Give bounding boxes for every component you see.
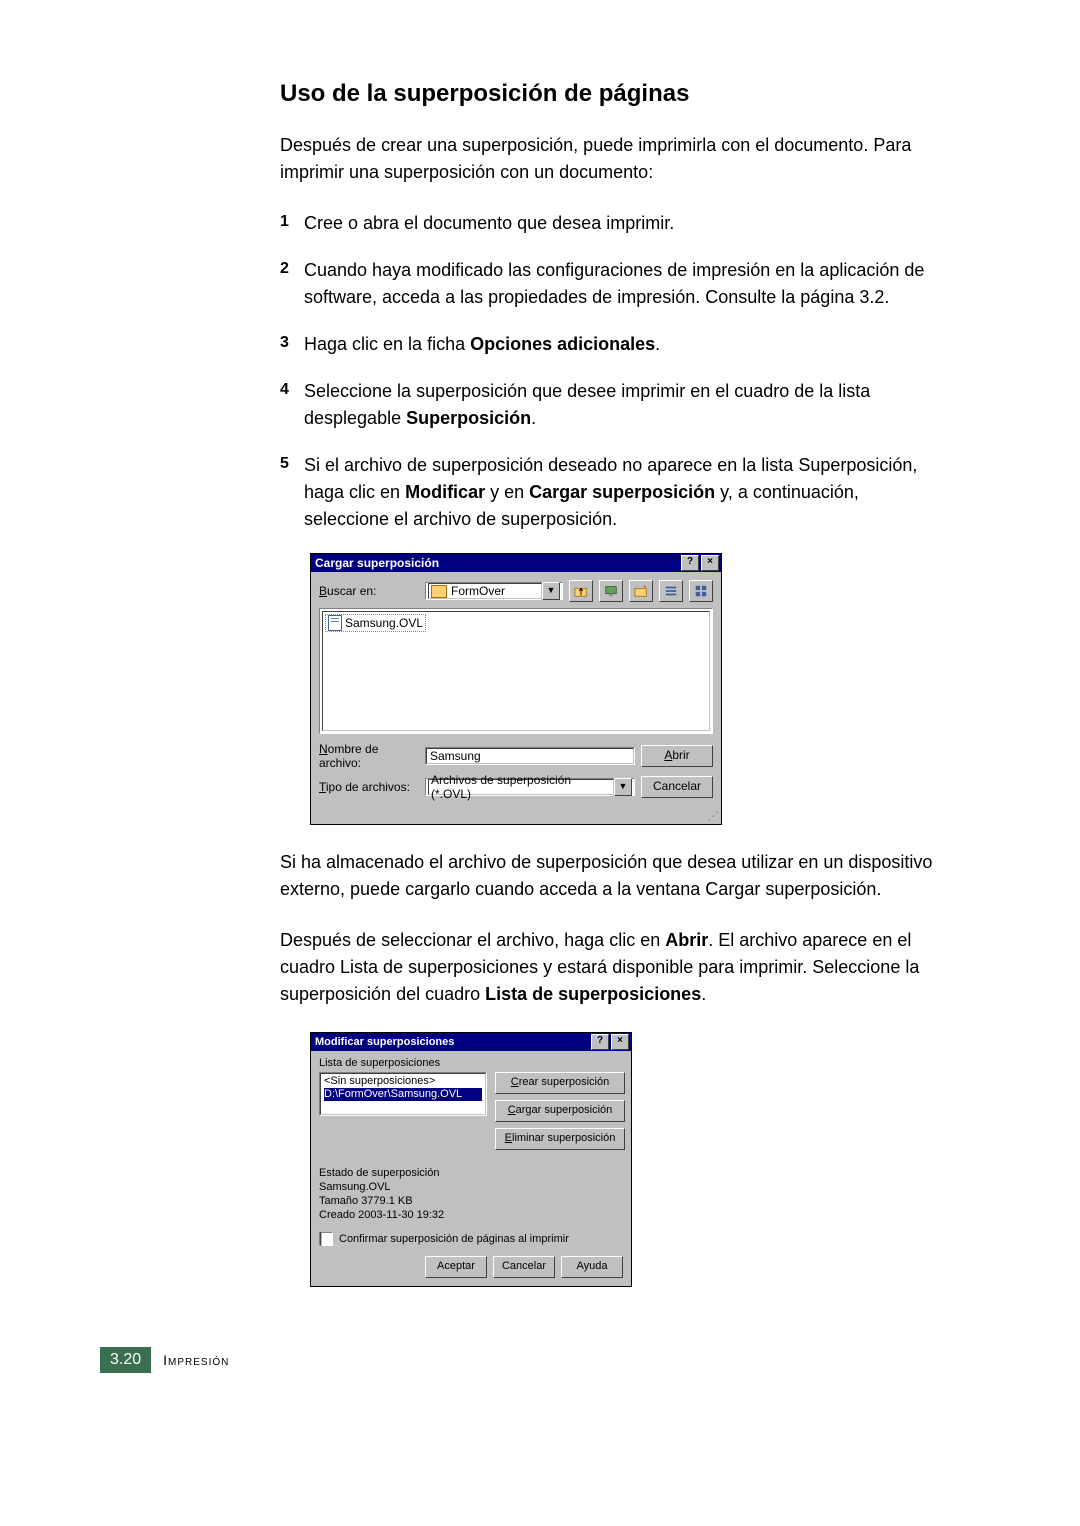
filename-label: Nombre de archivo: bbox=[319, 742, 419, 770]
list-label: Lista de superposiciones bbox=[319, 1057, 623, 1069]
up-folder-icon[interactable] bbox=[569, 580, 593, 602]
step-number: 3 bbox=[280, 331, 304, 358]
help-button[interactable]: Ayuda bbox=[561, 1256, 623, 1278]
step-number: 2 bbox=[280, 257, 304, 311]
help-icon[interactable]: ? bbox=[681, 555, 699, 571]
dialog-titlebar: Modificar superposiciones ? × bbox=[311, 1033, 631, 1051]
lookin-label: Buscar en: bbox=[319, 584, 419, 598]
list-item[interactable]: D:\FormOver\Samsung.OVL bbox=[324, 1088, 482, 1101]
footer-section-label: Impresión bbox=[163, 1352, 229, 1368]
step-text: Seleccione la superposición que desee im… bbox=[304, 378, 940, 432]
desktop-icon[interactable] bbox=[599, 580, 623, 602]
steps-list: 1 Cree o abra el documento que desea imp… bbox=[280, 210, 940, 533]
confirm-checkbox[interactable] bbox=[319, 1232, 333, 1246]
load-overlay-button[interactable]: Cargar superposición bbox=[495, 1100, 625, 1122]
chevron-down-icon[interactable]: ▼ bbox=[614, 778, 632, 796]
file-list[interactable]: Samsung.OVL bbox=[319, 608, 713, 734]
step-number: 1 bbox=[280, 210, 304, 237]
dialog-titlebar: Cargar superposición ? × bbox=[311, 554, 721, 572]
step-text: Cree o abra el documento que desea impri… bbox=[304, 210, 940, 237]
filename-input[interactable]: Samsung bbox=[425, 747, 635, 765]
page-number: 3.20 bbox=[100, 1347, 151, 1373]
intro-paragraph: Después de crear una superposición, pued… bbox=[280, 132, 940, 186]
overlay-status: Estado de superposición Samsung.OVL Tama… bbox=[319, 1166, 623, 1222]
body-paragraph: Después de seleccionar el archivo, haga … bbox=[280, 927, 940, 1008]
details-view-icon[interactable] bbox=[689, 580, 713, 602]
section-heading: Uso de la superposición de páginas bbox=[280, 80, 940, 108]
new-folder-icon[interactable]: * bbox=[629, 580, 653, 602]
step-text: Si el archivo de superposición deseado n… bbox=[304, 452, 940, 533]
step-text: Haga clic en la ficha Opciones adicional… bbox=[304, 331, 940, 358]
resize-grip-icon[interactable]: ⋰ bbox=[311, 812, 721, 824]
list-item[interactable]: <Sin superposiciones> bbox=[324, 1075, 482, 1088]
cancel-button[interactable]: Cancelar bbox=[641, 776, 713, 798]
page-footer: 3.20 Impresión bbox=[100, 1347, 1020, 1373]
close-icon[interactable]: × bbox=[701, 555, 719, 571]
step-text: Cuando haya modificado las configuracion… bbox=[304, 257, 940, 311]
cancel-button[interactable]: Cancelar bbox=[493, 1256, 555, 1278]
ok-button[interactable]: Aceptar bbox=[425, 1256, 487, 1278]
chevron-down-icon[interactable]: ▼ bbox=[542, 582, 560, 600]
list-view-icon[interactable] bbox=[659, 580, 683, 602]
help-icon[interactable]: ? bbox=[591, 1034, 609, 1050]
close-icon[interactable]: × bbox=[611, 1034, 629, 1050]
filetype-combo[interactable]: Archivos de superposición (*.OVL) ▼ bbox=[425, 778, 635, 796]
folder-icon bbox=[431, 585, 447, 598]
filetype-label: Tipo de archivos: bbox=[319, 780, 419, 794]
lookin-combo[interactable]: FormOver ▼ bbox=[425, 582, 563, 600]
overlay-listbox[interactable]: <Sin superposiciones> D:\FormOver\Samsun… bbox=[319, 1072, 487, 1116]
dialog-title: Cargar superposición bbox=[315, 556, 679, 570]
step-number: 4 bbox=[280, 378, 304, 432]
create-overlay-button[interactable]: Crear superposición bbox=[495, 1072, 625, 1094]
load-overlay-dialog: Cargar superposición ? × Buscar en: Form… bbox=[310, 553, 722, 825]
document-icon bbox=[328, 615, 342, 631]
confirm-label: Confirmar superposición de páginas al im… bbox=[339, 1233, 569, 1245]
modify-overlays-dialog: Modificar superposiciones ? × Lista de s… bbox=[310, 1032, 632, 1287]
dialog-title: Modificar superposiciones bbox=[315, 1036, 589, 1048]
body-paragraph: Si ha almacenado el archivo de superposi… bbox=[280, 849, 940, 903]
open-button[interactable]: Abrir bbox=[641, 745, 713, 767]
step-number: 5 bbox=[280, 452, 304, 533]
file-item[interactable]: Samsung.OVL bbox=[325, 614, 426, 632]
delete-overlay-button[interactable]: Eliminar superposición bbox=[495, 1128, 625, 1150]
